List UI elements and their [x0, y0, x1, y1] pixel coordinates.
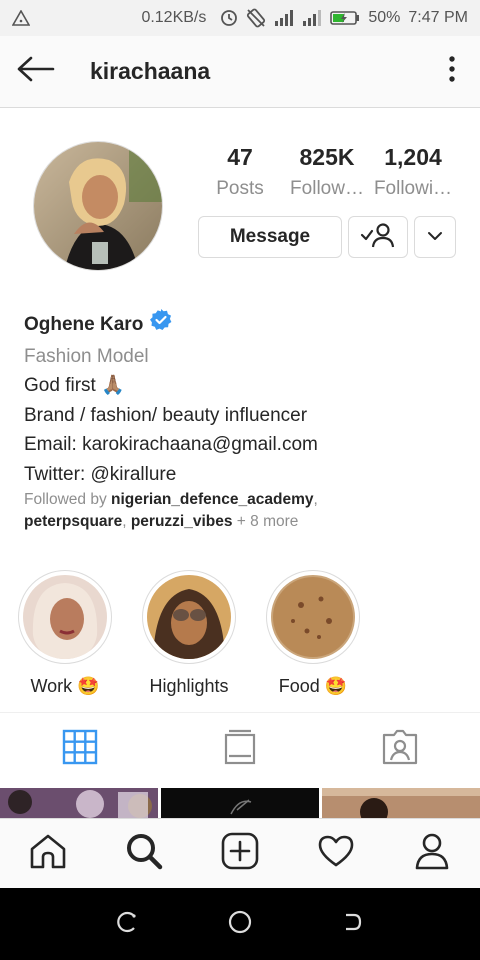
nav-create-post[interactable] [192, 819, 288, 888]
bottom-navigation [0, 818, 480, 888]
stat-following[interactable]: 1,204 Followi… [368, 140, 458, 204]
profile-name-row: Oghene Karo [24, 308, 464, 342]
followers-label: Follow… [290, 178, 364, 199]
status-bar: 0.12KB/s 50% 7:47 PM [0, 0, 480, 36]
post-thumbnail[interactable] [322, 788, 480, 818]
stat-posts[interactable]: 47 Posts [198, 140, 282, 204]
post-thumbnail[interactable] [161, 788, 319, 818]
highlight-ring [266, 570, 360, 664]
profile-header-bar: kirachaana [0, 36, 480, 108]
highlight-ring [142, 570, 236, 664]
highlight-ring [18, 570, 112, 664]
battery-percent: 50% [368, 9, 401, 26]
following-count: 1,204 [384, 144, 442, 170]
signal-sim2-icon [302, 9, 322, 27]
tab-igtv[interactable] [160, 713, 320, 786]
highlight-cover-image [147, 575, 231, 659]
add-post-icon [221, 832, 259, 875]
highlight-cover-image [23, 575, 107, 659]
back-button[interactable] [0, 36, 72, 108]
highlight-label: Work 🤩 [30, 676, 100, 696]
profile-full-name: Oghene Karo [24, 314, 144, 335]
user-check-icon [360, 222, 396, 253]
story-highlight-work[interactable]: Work 🤩 [17, 570, 113, 697]
search-icon [125, 832, 163, 875]
rotation-lock-icon [246, 8, 266, 28]
home-system-button[interactable] [220, 904, 260, 944]
grid-icon [62, 729, 98, 770]
signal-sim1-icon [274, 9, 294, 27]
nav-profile[interactable] [384, 819, 480, 888]
verified-badge-icon [149, 308, 173, 342]
nav-home[interactable] [0, 819, 96, 888]
recent-apps-button[interactable] [107, 904, 147, 944]
highlight-label: Food 🤩 [278, 676, 348, 696]
suggested-accounts-button[interactable] [414, 216, 456, 258]
alert-triangle-icon [12, 10, 30, 26]
followed-by-user: peruzzi_vibes [130, 513, 233, 530]
followed-by[interactable]: Followed by nigerian_defence_academy, pe… [24, 489, 464, 533]
posts-label: Posts [216, 178, 264, 199]
highlight-cover-image [271, 575, 355, 659]
following-status-button[interactable] [348, 216, 408, 258]
data-saver-icon [220, 9, 238, 27]
tagged-icon [382, 729, 418, 770]
activity-heart-icon [317, 834, 355, 873]
profile-bio: Oghene Karo Fashion Model God first 🙏🏽 B… [24, 308, 464, 489]
profile-avatar[interactable] [33, 141, 163, 271]
more-vertical-icon [448, 56, 456, 87]
profile-icon [414, 832, 450, 875]
network-speed: 0.12KB/s [141, 9, 207, 26]
story-highlight-food[interactable]: Food 🤩 [265, 570, 361, 697]
followers-count: 825K [299, 144, 355, 170]
more-options-button[interactable] [424, 36, 480, 108]
recent-apps-icon [116, 911, 138, 938]
stat-followers[interactable]: 825K Follow… [282, 140, 372, 204]
posts-count: 47 [227, 144, 253, 170]
nav-activity[interactable] [288, 819, 384, 888]
followed-by-user: nigerian_defence_academy [111, 491, 314, 508]
posts-grid [0, 788, 480, 818]
back-system-icon [342, 911, 364, 938]
followed-by-user: peterpsquare [24, 513, 123, 530]
nav-search[interactable] [96, 819, 192, 888]
tab-tagged[interactable] [320, 713, 480, 786]
post-thumbnail[interactable] [0, 788, 158, 818]
followed-by-prefix: Followed by [24, 491, 112, 508]
bio-email-line[interactable]: Email: karokirachaana@gmail.com [24, 430, 464, 460]
bio-line: Brand / fashion/ beauty influencer [24, 404, 308, 426]
back-system-button[interactable] [333, 904, 373, 944]
profile-category: Fashion Model [24, 345, 149, 367]
battery-charging-icon [330, 10, 360, 26]
highlight-label: Highlights [149, 676, 229, 696]
chevron-down-icon [427, 228, 443, 246]
profile-stats: 47 Posts 825K Follow… 1,204 Followi… [198, 140, 468, 210]
following-label: Followi… [373, 178, 453, 199]
message-button[interactable]: Message [198, 216, 342, 258]
tab-grid[interactable] [0, 713, 160, 786]
profile-username: kirachaana [90, 58, 211, 84]
clock: 7:47 PM [408, 9, 468, 26]
bio-twitter-line: Twitter: @kirallure [24, 463, 177, 485]
home-circle-icon [228, 910, 252, 939]
bio-line: God first 🙏🏽 [24, 375, 125, 396]
profile-tabs [0, 712, 480, 786]
igtv-icon [224, 729, 256, 770]
story-highlight-highlights[interactable]: Highlights [141, 570, 237, 697]
home-icon [29, 833, 67, 874]
followed-by-more: + 8 more [236, 513, 299, 530]
system-navigation-bar [0, 888, 480, 960]
arrow-left-icon [17, 56, 55, 87]
